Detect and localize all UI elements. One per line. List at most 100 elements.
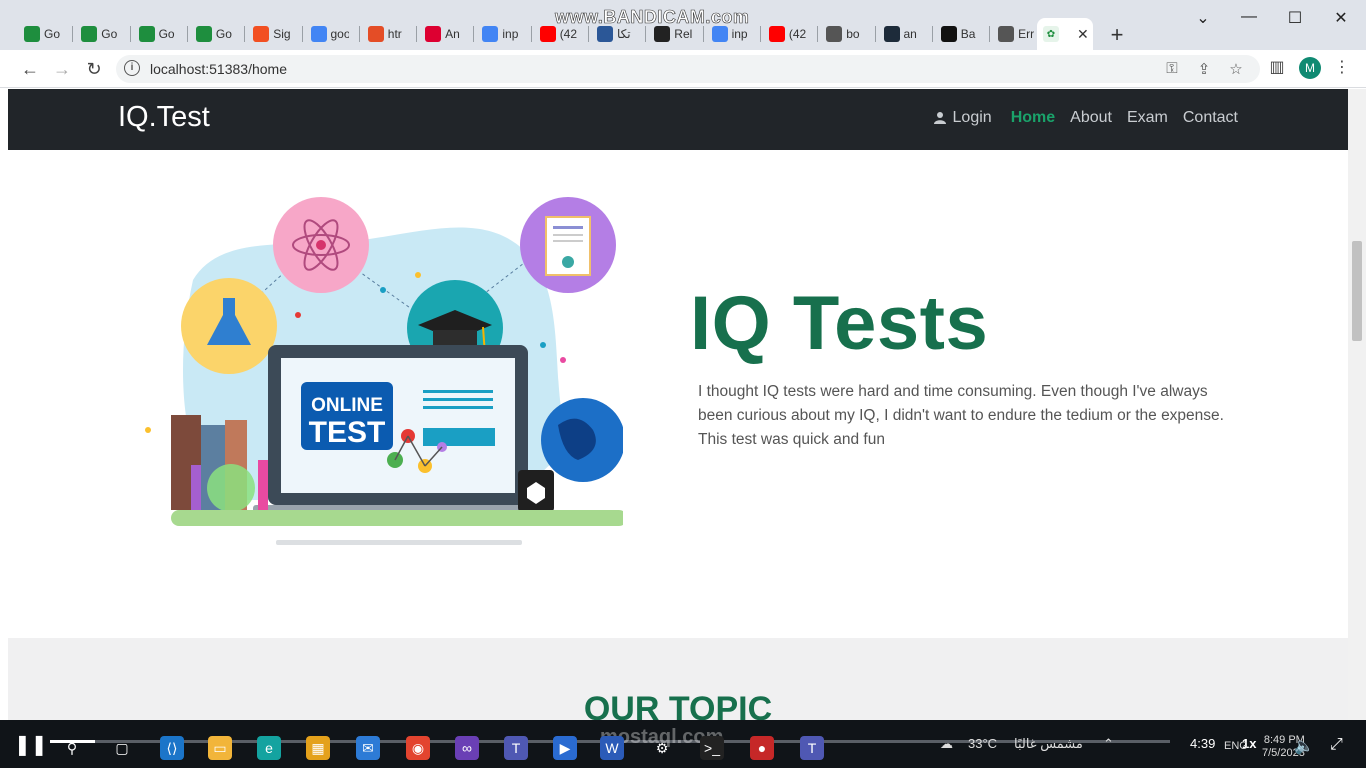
browser-tab[interactable]: Ba	[935, 20, 979, 48]
omnibox[interactable]: i localhost:51383/home ⚿ ⇪ ☆	[116, 55, 1260, 83]
nav-login-label[interactable]: Login	[953, 109, 992, 127]
google-classroom-icon	[24, 26, 40, 42]
e-icon	[597, 26, 613, 42]
fullscreen-icon[interactable]: ⤢	[1330, 736, 1343, 754]
weather-icon: ☁	[940, 736, 953, 751]
hero-title: IQ Tests	[690, 281, 989, 366]
language-indicator[interactable]: ENG	[1224, 740, 1248, 752]
nav-home[interactable]: Home	[1011, 109, 1055, 127]
browser-tab-strip: Go Go Go Go Sig goo htr An inp (42 تكا Rel inp (42 bo a…	[0, 0, 1366, 50]
terminal-icon[interactable]: >_	[700, 736, 724, 760]
store-icon[interactable]: ▦	[306, 736, 330, 760]
chrome-icon[interactable]: ◉	[406, 736, 430, 760]
browser-tab[interactable]: goo	[305, 20, 349, 48]
forward-button[interactable]: →	[50, 57, 74, 81]
page-scrollbar[interactable]	[1348, 89, 1366, 720]
youtube-icon	[539, 26, 556, 42]
volume-icon[interactable]: 🔈	[1294, 736, 1314, 756]
tray-chevron-icon[interactable]: ⌃	[1103, 736, 1114, 752]
browser-tab-label: goo	[330, 27, 349, 41]
bookmark-star-icon[interactable]: ☆	[1226, 60, 1246, 78]
browser-tab-label: Go	[215, 27, 232, 41]
close-tab-icon[interactable]: ✕	[1077, 26, 1089, 43]
menu-kebab-icon[interactable]: ⋮	[1331, 57, 1353, 77]
reload-button[interactable]: ↻	[82, 57, 106, 81]
google-classroom-icon	[138, 26, 155, 42]
browser-tab-label: htr	[387, 27, 402, 41]
browser-tab-label: Ba	[960, 27, 976, 41]
browser-tab[interactable]: htr	[362, 20, 406, 48]
tab-search-icon[interactable]: ⌄	[1188, 8, 1218, 28]
close-window-button[interactable]: ✕	[1326, 8, 1356, 28]
nav-contact[interactable]: Contact	[1183, 109, 1238, 127]
weather-temp[interactable]: 33°C	[968, 736, 997, 751]
browser-tab-label: inp	[731, 27, 748, 41]
browser-tab[interactable]: Go	[18, 20, 62, 48]
microsoft-icon	[253, 26, 270, 42]
new-tab-button[interactable]: +	[1105, 22, 1129, 48]
file-explorer-icon[interactable]: ▭	[208, 736, 232, 760]
browser-tab[interactable]: bo	[820, 20, 864, 48]
maximize-button[interactable]: ☐	[1280, 8, 1310, 28]
browser-tab-label: Rel	[674, 27, 693, 41]
browser-tab[interactable]: Go	[75, 20, 119, 48]
tab-separator	[129, 26, 131, 42]
site-info-icon[interactable]: i	[124, 60, 140, 76]
tab-separator	[931, 26, 933, 42]
url-text[interactable]: localhost:51383/home	[150, 61, 287, 77]
tab-separator	[874, 26, 876, 42]
side-panel-icon[interactable]: ▥	[1266, 57, 1288, 77]
task-view-icon[interactable]: ▢	[110, 736, 134, 760]
search-icon[interactable]: ⚲	[60, 736, 84, 760]
nav-login[interactable]: Login	[933, 109, 992, 127]
browser-tab[interactable]: An	[419, 20, 463, 48]
browser-tab-label: Sig	[273, 27, 291, 41]
mail-icon[interactable]: ✉	[356, 736, 380, 760]
nav-exam[interactable]: Exam	[1127, 109, 1168, 127]
browser-tab[interactable]: inp	[476, 20, 520, 48]
nav-links: Login Home About Exam Contact	[933, 109, 1238, 127]
page-icon	[883, 26, 900, 42]
site-brand[interactable]: IQ.Test	[118, 101, 210, 134]
browser-tab[interactable]: Err	[992, 20, 1036, 48]
key-icon[interactable]: ⚿	[1162, 60, 1182, 77]
browser-tab-active[interactable]: ✿ ✕	[1037, 18, 1093, 50]
teams-chat-icon[interactable]: T	[800, 736, 824, 760]
browser-tab[interactable]: Sig	[247, 20, 291, 48]
record-icon[interactable]: ●	[750, 736, 774, 760]
visual-studio-icon[interactable]: ∞	[455, 736, 479, 760]
tab-separator	[588, 26, 589, 42]
tab-separator	[301, 26, 303, 42]
minimize-button[interactable]: —	[1234, 8, 1264, 26]
scrollbar-thumb[interactable]	[1352, 241, 1362, 341]
browser-tab[interactable]: an	[878, 20, 922, 48]
edge-icon[interactable]: e	[257, 736, 281, 760]
page-viewport: IQ.Test Login Home About Exam Contact ON…	[8, 89, 1348, 720]
profile-avatar[interactable]: M	[1299, 57, 1321, 79]
teams-icon[interactable]: T	[504, 736, 528, 760]
weather-desc[interactable]: مشمس غالبًا	[1014, 736, 1083, 752]
browser-tab-label: Go	[44, 27, 61, 41]
browser-tab[interactable]: Go	[133, 20, 177, 48]
hero-section: ONLINE TEST IQ Tests I thought IQ tests …	[8, 150, 1348, 638]
pause-icon[interactable]: ❚❚	[14, 732, 48, 757]
youtube-icon	[768, 26, 785, 42]
address-toolbar: ← → ↻ i localhost:51383/home ⚿ ⇪ ☆	[0, 50, 1366, 88]
online-test-illustration: ONLINE TEST	[145, 197, 623, 545]
browser-tab[interactable]: (42	[763, 20, 807, 48]
settings-icon[interactable]: ⚙	[650, 736, 674, 760]
word-icon[interactable]: W	[600, 736, 624, 760]
nav-about[interactable]: About	[1070, 109, 1112, 127]
browser-tab[interactable]: Go	[190, 20, 234, 48]
media-player-icon[interactable]: ▶	[553, 736, 577, 760]
back-button[interactable]: ←	[18, 57, 42, 81]
vscode-icon[interactable]: ⟨⟩	[160, 736, 184, 760]
google-icon	[711, 26, 728, 42]
hero-description: I thought IQ tests were hard and time co…	[698, 383, 1224, 448]
github-icon	[654, 26, 671, 42]
tab-separator	[416, 26, 418, 42]
tab-separator	[72, 26, 74, 42]
share-icon[interactable]: ⇪	[1194, 60, 1214, 78]
illustration-test-label: TEST	[309, 416, 386, 449]
tab-separator	[759, 26, 761, 42]
